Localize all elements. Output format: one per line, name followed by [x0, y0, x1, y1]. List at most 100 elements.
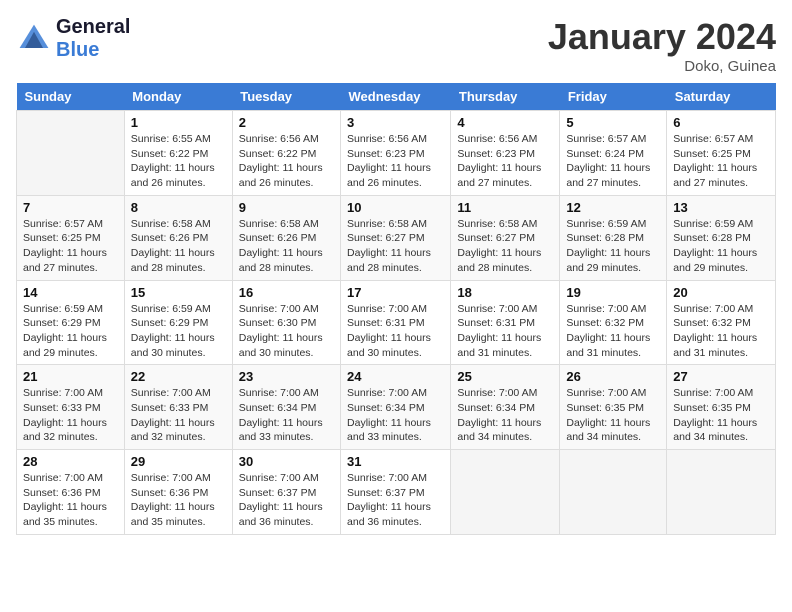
- day-info: Sunrise: 7:00 AM Sunset: 6:35 PM Dayligh…: [566, 386, 660, 445]
- calendar-cell: 26 Sunrise: 7:00 AM Sunset: 6:35 PM Dayli…: [560, 365, 667, 450]
- calendar-cell: 21 Sunrise: 7:00 AM Sunset: 6:33 PM Dayli…: [17, 365, 125, 450]
- calendar-cell: 1 Sunrise: 6:55 AM Sunset: 6:22 PM Daylig…: [124, 111, 232, 196]
- day-number: 22: [131, 369, 226, 384]
- day-info: Sunrise: 7:00 AM Sunset: 6:32 PM Dayligh…: [566, 302, 660, 361]
- calendar-table: SundayMondayTuesdayWednesdayThursdayFrid…: [16, 83, 776, 535]
- calendar-cell: 19 Sunrise: 7:00 AM Sunset: 6:32 PM Dayli…: [560, 280, 667, 365]
- day-info: Sunrise: 7:00 AM Sunset: 6:34 PM Dayligh…: [457, 386, 553, 445]
- day-info: Sunrise: 6:58 AM Sunset: 6:26 PM Dayligh…: [239, 217, 334, 276]
- calendar-week-row: 7Sunrise: 6:57 AM Sunset: 6:25 PM Daylig…: [17, 195, 776, 280]
- calendar-cell: [451, 450, 560, 535]
- calendar-cell: 3 Sunrise: 6:56 AM Sunset: 6:23 PM Daylig…: [341, 111, 451, 196]
- calendar-header-row: SundayMondayTuesdayWednesdayThursdayFrid…: [17, 83, 776, 111]
- calendar-body: 1 Sunrise: 6:55 AM Sunset: 6:22 PM Daylig…: [17, 111, 776, 535]
- day-info: Sunrise: 7:00 AM Sunset: 6:36 PM Dayligh…: [131, 471, 226, 530]
- day-number: 2: [239, 115, 334, 130]
- calendar-cell: 7Sunrise: 6:57 AM Sunset: 6:25 PM Daylig…: [17, 195, 125, 280]
- day-info: Sunrise: 7:00 AM Sunset: 6:33 PM Dayligh…: [23, 386, 118, 445]
- calendar-week-row: 14 Sunrise: 6:59 AM Sunset: 6:29 PM Dayli…: [17, 280, 776, 365]
- calendar-cell: 27Sunrise: 7:00 AM Sunset: 6:35 PM Dayli…: [667, 365, 776, 450]
- day-info: Sunrise: 7:00 AM Sunset: 6:36 PM Dayligh…: [23, 471, 118, 530]
- day-number: 29: [131, 454, 226, 469]
- calendar-week-row: 21 Sunrise: 7:00 AM Sunset: 6:33 PM Dayli…: [17, 365, 776, 450]
- calendar-cell: 31 Sunrise: 7:00 AM Sunset: 6:37 PM Dayli…: [341, 450, 451, 535]
- day-number: 21: [23, 369, 118, 384]
- day-info: Sunrise: 6:56 AM Sunset: 6:23 PM Dayligh…: [457, 132, 553, 191]
- calendar-cell: 29 Sunrise: 7:00 AM Sunset: 6:36 PM Dayli…: [124, 450, 232, 535]
- day-number: 30: [239, 454, 334, 469]
- calendar-cell: 17 Sunrise: 7:00 AM Sunset: 6:31 PM Dayli…: [341, 280, 451, 365]
- calendar-cell: 25 Sunrise: 7:00 AM Sunset: 6:34 PM Dayli…: [451, 365, 560, 450]
- month-title: January 2024: [548, 16, 776, 58]
- day-number: 19: [566, 285, 660, 300]
- calendar-cell: 20Sunrise: 7:00 AM Sunset: 6:32 PM Dayli…: [667, 280, 776, 365]
- day-number: 17: [347, 285, 444, 300]
- day-number: 5: [566, 115, 660, 130]
- day-info: Sunrise: 6:56 AM Sunset: 6:22 PM Dayligh…: [239, 132, 334, 191]
- day-info: Sunrise: 6:58 AM Sunset: 6:27 PM Dayligh…: [347, 217, 444, 276]
- day-info: Sunrise: 6:58 AM Sunset: 6:26 PM Dayligh…: [131, 217, 226, 276]
- day-info: Sunrise: 7:00 AM Sunset: 6:37 PM Dayligh…: [347, 471, 444, 530]
- day-info: Sunrise: 6:59 AM Sunset: 6:29 PM Dayligh…: [131, 302, 226, 361]
- day-number: 14: [23, 285, 118, 300]
- day-info: Sunrise: 6:59 AM Sunset: 6:29 PM Dayligh…: [23, 302, 118, 361]
- weekday-header-thursday: Thursday: [451, 83, 560, 111]
- day-number: 15: [131, 285, 226, 300]
- calendar-cell: [560, 450, 667, 535]
- weekday-header-wednesday: Wednesday: [341, 83, 451, 111]
- calendar-cell: 13 Sunrise: 6:59 AM Sunset: 6:28 PM Dayli…: [667, 195, 776, 280]
- calendar-cell: 8 Sunrise: 6:58 AM Sunset: 6:26 PM Daylig…: [124, 195, 232, 280]
- day-number: 25: [457, 369, 553, 384]
- calendar-cell: 12Sunrise: 6:59 AM Sunset: 6:28 PM Dayli…: [560, 195, 667, 280]
- day-info: Sunrise: 7:00 AM Sunset: 6:31 PM Dayligh…: [457, 302, 553, 361]
- calendar-cell: 22Sunrise: 7:00 AM Sunset: 6:33 PM Dayli…: [124, 365, 232, 450]
- day-info: Sunrise: 7:00 AM Sunset: 6:34 PM Dayligh…: [347, 386, 444, 445]
- calendar-cell: 5 Sunrise: 6:57 AM Sunset: 6:24 PM Daylig…: [560, 111, 667, 196]
- calendar-week-row: 28Sunrise: 7:00 AM Sunset: 6:36 PM Dayli…: [17, 450, 776, 535]
- calendar-cell: [17, 111, 125, 196]
- weekday-header-friday: Friday: [560, 83, 667, 111]
- day-info: Sunrise: 6:55 AM Sunset: 6:22 PM Dayligh…: [131, 132, 226, 191]
- title-block: January 2024 Doko, Guinea: [548, 16, 776, 75]
- weekday-header-saturday: Saturday: [667, 83, 776, 111]
- day-info: Sunrise: 6:57 AM Sunset: 6:25 PM Dayligh…: [673, 132, 769, 191]
- day-number: 8: [131, 200, 226, 215]
- day-info: Sunrise: 6:59 AM Sunset: 6:28 PM Dayligh…: [566, 217, 660, 276]
- day-info: Sunrise: 7:00 AM Sunset: 6:35 PM Dayligh…: [673, 386, 769, 445]
- calendar-cell: 23Sunrise: 7:00 AM Sunset: 6:34 PM Dayli…: [232, 365, 340, 450]
- logo-icon: [16, 21, 52, 57]
- day-number: 3: [347, 115, 444, 130]
- day-number: 9: [239, 200, 334, 215]
- day-info: Sunrise: 6:58 AM Sunset: 6:27 PM Dayligh…: [457, 217, 553, 276]
- logo-text: General Blue: [56, 16, 130, 62]
- day-number: 1: [131, 115, 226, 130]
- day-number: 26: [566, 369, 660, 384]
- calendar-cell: 28Sunrise: 7:00 AM Sunset: 6:36 PM Dayli…: [17, 450, 125, 535]
- day-info: Sunrise: 6:57 AM Sunset: 6:25 PM Dayligh…: [23, 217, 118, 276]
- calendar-cell: 15 Sunrise: 6:59 AM Sunset: 6:29 PM Dayli…: [124, 280, 232, 365]
- day-info: Sunrise: 6:59 AM Sunset: 6:28 PM Dayligh…: [673, 217, 769, 276]
- day-number: 24: [347, 369, 444, 384]
- day-info: Sunrise: 7:00 AM Sunset: 6:30 PM Dayligh…: [239, 302, 334, 361]
- weekday-header-sunday: Sunday: [17, 83, 125, 111]
- calendar-cell: 10Sunrise: 6:58 AM Sunset: 6:27 PM Dayli…: [341, 195, 451, 280]
- day-number: 31: [347, 454, 444, 469]
- day-number: 6: [673, 115, 769, 130]
- day-info: Sunrise: 6:56 AM Sunset: 6:23 PM Dayligh…: [347, 132, 444, 191]
- calendar-cell: 11Sunrise: 6:58 AM Sunset: 6:27 PM Dayli…: [451, 195, 560, 280]
- calendar-cell: 2 Sunrise: 6:56 AM Sunset: 6:22 PM Daylig…: [232, 111, 340, 196]
- page-header: General Blue January 2024 Doko, Guinea: [16, 16, 776, 75]
- day-info: Sunrise: 6:57 AM Sunset: 6:24 PM Dayligh…: [566, 132, 660, 191]
- day-number: 20: [673, 285, 769, 300]
- day-number: 4: [457, 115, 553, 130]
- calendar-week-row: 1 Sunrise: 6:55 AM Sunset: 6:22 PM Daylig…: [17, 111, 776, 196]
- calendar-cell: 16Sunrise: 7:00 AM Sunset: 6:30 PM Dayli…: [232, 280, 340, 365]
- day-info: Sunrise: 7:00 AM Sunset: 6:34 PM Dayligh…: [239, 386, 334, 445]
- logo: General Blue: [16, 16, 130, 62]
- calendar-cell: 4 Sunrise: 6:56 AM Sunset: 6:23 PM Daylig…: [451, 111, 560, 196]
- weekday-header-monday: Monday: [124, 83, 232, 111]
- day-info: Sunrise: 7:00 AM Sunset: 6:31 PM Dayligh…: [347, 302, 444, 361]
- day-number: 13: [673, 200, 769, 215]
- calendar-cell: 6 Sunrise: 6:57 AM Sunset: 6:25 PM Daylig…: [667, 111, 776, 196]
- day-number: 18: [457, 285, 553, 300]
